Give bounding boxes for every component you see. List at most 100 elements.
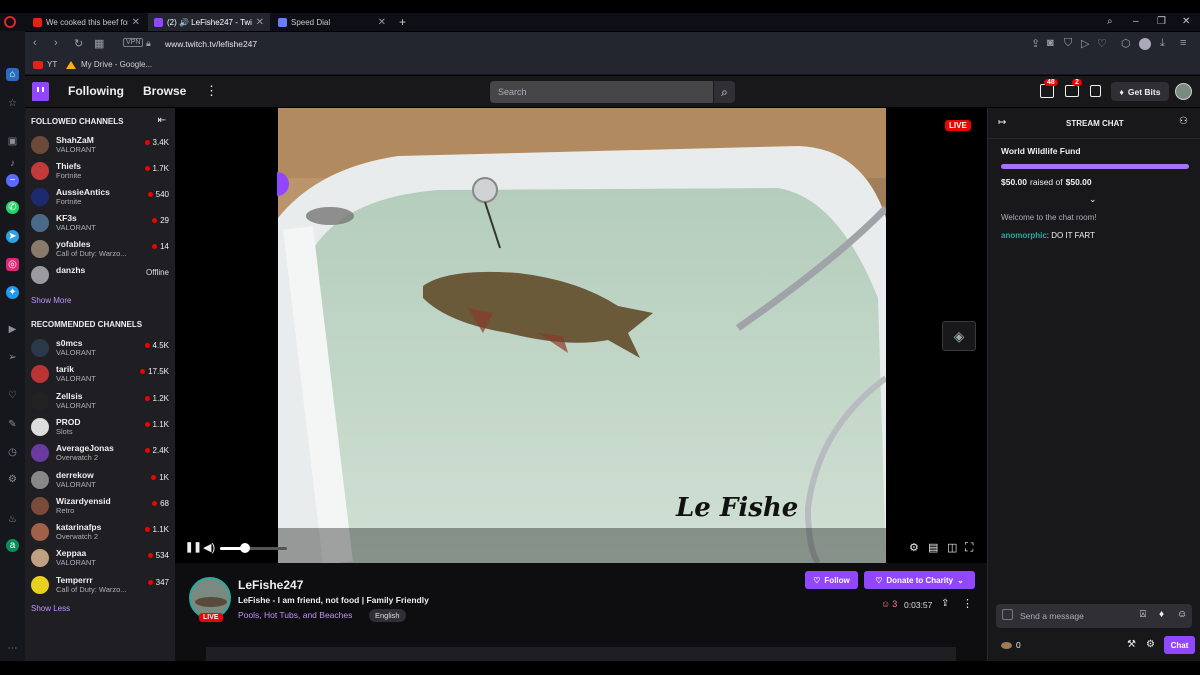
download-icon[interactable]: ⤓ [1160,37,1165,50]
settings-icon[interactable]: ⚙ [6,473,19,486]
channel-item[interactable]: Wizardyensid Retro 68 [25,493,175,519]
video-player[interactable]: Le Fishe LIVE ◈ ❚❚ ◀) ⚙ ▤ ◫ ⛶ [175,108,987,563]
mod-icon[interactable]: ⚒ [1127,639,1136,650]
share-icon[interactable]: ⇪ [941,598,949,609]
star-icon[interactable]: ☆ [6,97,19,110]
url-field[interactable]: www.twitch.tv/lefishe247 [165,39,257,49]
whispers-icon[interactable] [1065,85,1079,97]
extensions-overlay-icon[interactable]: ◈ [942,321,976,351]
volume-slider[interactable] [220,543,287,553]
more-menu-icon[interactable]: ⋮ [205,83,218,99]
browse-link[interactable]: Browse [143,84,186,98]
share-icon[interactable]: ⇪ [1031,37,1040,50]
language-tag[interactable]: English [369,609,406,622]
channel-item[interactable]: KF3s VALORANT 29 [25,210,175,236]
close-icon[interactable]: ✕ [132,17,140,28]
channel-item[interactable]: Xeppaa VALORANT 534 [25,545,175,571]
channel-item[interactable]: derrekow VALORANT 1K [25,467,175,493]
channel-name[interactable]: LeFishe247 [238,578,303,592]
bookmark-drive[interactable]: My Drive - Google... [66,60,152,69]
messenger-icon[interactable]: ~ [6,174,19,187]
channel-item[interactable]: danzhs Offline [25,262,175,288]
bookmark-heart-icon[interactable]: ♡ [1097,37,1107,50]
channel-item[interactable]: Thiefs Fortnite 1.7K [25,158,175,184]
follow-button[interactable]: ♡ Follow [805,571,858,589]
channel-item[interactable]: yofables Call of Duty: Warzo... 14 [25,236,175,262]
channel-item[interactable]: AussieAntics Fortnite 540 [25,184,175,210]
chevron-down-icon[interactable]: ⌄ [1089,194,1097,205]
shield-icon[interactable]: ⛉ [1064,37,1072,50]
video-frame[interactable]: Le Fishe [278,108,886,563]
emote-picker-icon[interactable] [1002,609,1013,620]
minimize-icon[interactable]: – [1133,16,1139,27]
home-icon[interactable]: ⌂ [6,68,19,81]
close-window-icon[interactable]: ✕ [1182,16,1190,27]
collapse-sidebar-icon[interactable]: ⇤ [158,115,166,126]
heart-icon[interactable]: ♡ [6,389,19,402]
close-icon[interactable]: ✕ [256,17,264,28]
forward-icon[interactable]: › [54,37,58,49]
more-options-icon[interactable]: ⋮ [962,597,973,610]
twitch-logo-icon[interactable] [32,82,49,101]
user-avatar[interactable] [1175,83,1192,100]
fullscreen-icon[interactable]: ⛶ [965,540,973,555]
category-link[interactable]: Pools, Hot Tubs, and Beaches [238,610,352,620]
channel-item[interactable]: Temperrr Call of Duty: Warzo... 347 [25,572,175,598]
tabs-grid-icon[interactable]: ▦ [94,37,104,50]
channel-item[interactable]: s0mcs VALORANT 4.5K [25,335,175,361]
tab-twitch[interactable]: (2) 🔊 LeFishe247 - Twitch ✕ [148,13,270,31]
channel-item[interactable]: ShahZaM VALORANT 3.4K [25,132,175,158]
pause-icon[interactable]: ❚❚ [185,542,202,553]
hype-chat-icon[interactable]: ⍓ [1140,609,1146,620]
instagram-icon[interactable]: ◎ [6,258,19,271]
back-icon[interactable]: ‹ [33,37,37,49]
new-tab-button[interactable]: + [399,15,406,29]
vpn-badge[interactable]: VPN [123,38,144,47]
channel-item[interactable]: AverageJonas Overwatch 2 2.4K [25,440,175,466]
restore-icon[interactable]: ❐ [1157,16,1166,27]
close-icon[interactable]: ✕ [378,17,386,28]
channel-item[interactable]: tarik VALORANT 17.5K [25,361,175,387]
search-button[interactable]: ⌕ [714,81,735,103]
tab-speed-dial[interactable]: Speed Dial ✕ [272,13,392,31]
clip-icon[interactable]: ▤ [928,541,938,554]
theatre-mode-icon[interactable]: ◫ [947,541,957,554]
tab-search-icon[interactable]: ⌕ [1107,16,1113,27]
tiktok-icon[interactable]: ♪ [6,157,19,170]
bits-icon[interactable]: ♦ [1159,609,1164,620]
following-link[interactable]: Following [68,84,124,98]
chat-settings-icon[interactable]: ⚙ [1146,639,1155,650]
smiley-icon[interactable]: ☺ [1177,609,1187,620]
get-bits-button[interactable]: ♦ Get Bits [1111,82,1169,101]
chat-username[interactable]: anomorphic [1001,231,1047,240]
chat-input[interactable]: Send a message ⍓ ♦ ☺ [996,604,1192,628]
chat-send-button[interactable]: Chat [1164,636,1195,654]
search-input[interactable]: Search [490,81,713,103]
notifications-icon[interactable] [1040,84,1054,98]
shopping-icon[interactable]: ▣ [6,135,19,148]
menu-icon[interactable]: ≡ [1180,37,1186,49]
volume-icon[interactable]: ◀) [203,541,215,554]
history-icon[interactable]: ◷ [6,446,19,459]
volume-knob[interactable] [240,543,251,553]
donate-button[interactable]: ♡ Donate to Charity ⌄ [864,571,975,589]
bulb-icon[interactable]: ♨ [6,513,19,526]
twitter-icon[interactable]: ✦ [6,286,19,299]
extension-icon[interactable]: a [6,539,19,552]
camera-icon[interactable]: ◙ [1047,37,1054,49]
settings-icon[interactable]: ⚙ [909,541,919,554]
collapse-chat-icon[interactable]: ↦ [998,117,1006,128]
channel-item[interactable]: Zellsis VALORANT 1.2K [25,388,175,414]
channel-points[interactable]: 0 [1001,640,1021,650]
send-tab-icon[interactable]: ▷ [1081,37,1089,50]
show-less-link[interactable]: Show Less [31,604,70,613]
more-icon[interactable]: ⋯ [6,642,19,655]
extensions-icon[interactable]: ⬡ [1121,37,1131,50]
player-icon[interactable]: ▶ [6,323,19,336]
telegram-icon[interactable]: ➤ [6,230,19,243]
opera-logo-icon[interactable] [4,16,16,28]
send-icon[interactable]: ➢ [6,351,19,364]
tab-youtube[interactable]: We cooked this beef for 6 h ✕ [27,13,146,31]
reload-icon[interactable]: ↻ [74,37,83,50]
channel-item[interactable]: katarinafps Overwatch 2 1.1K [25,519,175,545]
